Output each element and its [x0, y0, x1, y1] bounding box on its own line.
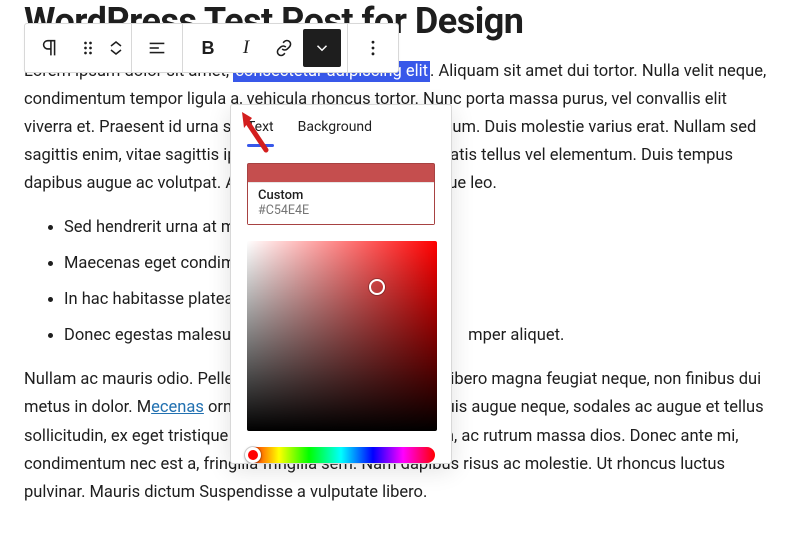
block-toolbar: B I: [24, 23, 399, 73]
tab-background-color[interactable]: Background: [298, 119, 372, 147]
link-button[interactable]: [265, 29, 303, 67]
inline-link[interactable]: ecenas: [151, 398, 204, 417]
paragraph-block-icon[interactable]: [31, 29, 69, 67]
tab-text-color[interactable]: Text: [247, 119, 274, 147]
swatch-info: Custom #C54E4E: [248, 182, 434, 224]
more-options-icon[interactable]: [354, 29, 392, 67]
move-up-down-icon[interactable]: [107, 29, 125, 67]
drag-handle-icon[interactable]: [69, 29, 107, 67]
more-rich-text-dropdown[interactable]: [303, 29, 341, 67]
custom-color-swatch[interactable]: Custom #C54E4E: [247, 163, 435, 225]
italic-button[interactable]: I: [227, 29, 265, 67]
bold-button[interactable]: B: [189, 29, 227, 67]
hue-slider-handle[interactable]: [245, 447, 261, 463]
hue-slider[interactable]: [247, 447, 435, 463]
align-icon[interactable]: [138, 29, 176, 67]
swatch-hex: #C54E4E: [258, 203, 424, 218]
sv-pointer-handle[interactable]: [369, 279, 385, 295]
color-saturation-value-picker[interactable]: [247, 241, 437, 431]
swatch-label: Custom: [258, 188, 424, 203]
highlight-color-popover: Text Background Custom #C54E4E: [230, 104, 452, 464]
